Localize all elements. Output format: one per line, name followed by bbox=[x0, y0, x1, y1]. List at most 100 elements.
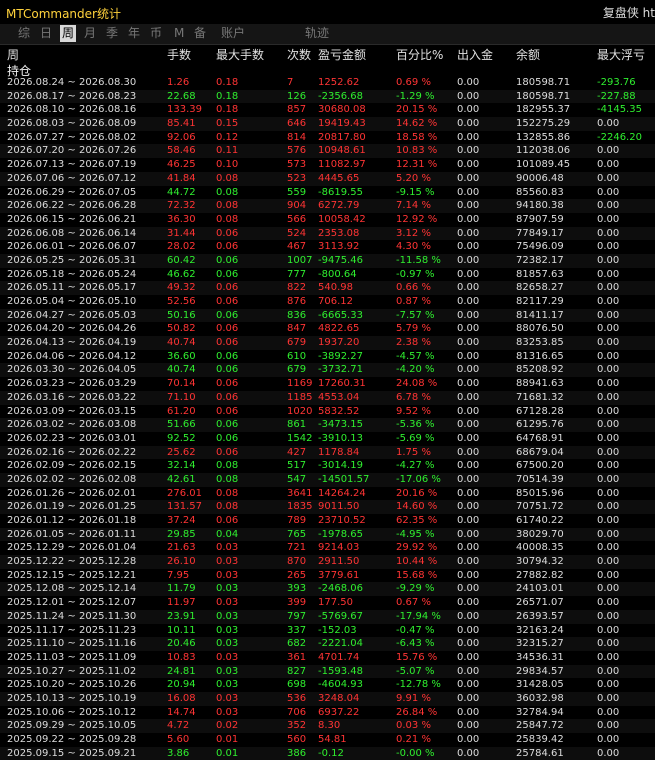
table-row[interactable]: 2026.08.10 ~ 2026.08.16 133.39 0.18 857 3068… bbox=[0, 103, 655, 117]
table-row[interactable]: 2025.12.15 ~ 2025.12.21 7.95 0.03 265 3779.6… bbox=[0, 569, 655, 583]
cell-max: 0.06 bbox=[216, 268, 239, 280]
cell-bal: 40008.35 bbox=[516, 542, 564, 554]
table-row[interactable]: 2025.12.29 ~ 2026.01.04 21.63 0.03 721 9214.… bbox=[0, 541, 655, 555]
cell-pnl: -2356.68 bbox=[318, 90, 363, 102]
table-row[interactable]: 2026.04.20 ~ 2026.04.26 50.82 0.06 847 4822.… bbox=[0, 322, 655, 336]
tab-notes[interactable]: 备 bbox=[192, 25, 208, 42]
table-row[interactable]: 2026.05.11 ~ 2026.05.17 49.32 0.06 822 540.9… bbox=[0, 281, 655, 295]
table-row[interactable]: 2026.06.15 ~ 2026.06.21 36.30 0.08 566 10058… bbox=[0, 213, 655, 227]
tab-currency[interactable]: 币 bbox=[148, 25, 164, 42]
table-row[interactable]: 2025.12.08 ~ 2025.12.14 11.79 0.03 393 -2468… bbox=[0, 582, 655, 597]
cell-dep: 0.00 bbox=[457, 665, 480, 677]
cell-flt: 0.00 bbox=[597, 172, 620, 184]
header-deposit[interactable]: 出入金 bbox=[457, 46, 493, 63]
cell-pct: 0.69 % bbox=[396, 77, 431, 88]
table-row[interactable]: 2026.03.16 ~ 2026.03.22 71.10 0.06 1185 4553… bbox=[0, 390, 655, 405]
cell-dep: 0.00 bbox=[457, 460, 480, 472]
header-max-float[interactable]: 最大浮亏 bbox=[597, 46, 645, 63]
cell-flt: 0.00 bbox=[597, 556, 620, 568]
tab-day[interactable]: 日 bbox=[38, 25, 54, 42]
cell-lots: 52.56 bbox=[167, 296, 196, 307]
header-count[interactable]: 次数 bbox=[287, 46, 311, 63]
tab-year[interactable]: 年 bbox=[126, 25, 142, 42]
cell-week: 2026.02.02 ~ 2026.02.08 bbox=[7, 473, 137, 485]
table-row[interactable]: 2026.02.02 ~ 2026.02.08 42.61 0.08 547 -1450… bbox=[0, 472, 655, 487]
table-row[interactable]: 2026.01.26 ~ 2026.02.01 276.01 0.08 3641 142… bbox=[0, 487, 655, 501]
header-max-lots[interactable]: 最大手数 bbox=[216, 46, 264, 63]
table-row[interactable]: 2026.04.06 ~ 2026.04.12 36.60 0.06 610 -3892… bbox=[0, 350, 655, 364]
table-row[interactable]: 2026.01.05 ~ 2026.01.11 29.85 0.04 765 -1978… bbox=[0, 527, 655, 542]
cell-lots: 32.14 bbox=[167, 460, 196, 472]
tab-week[interactable]: 周 bbox=[60, 25, 77, 42]
table-row[interactable]: 2025.11.17 ~ 2025.11.23 10.11 0.03 337 -152.… bbox=[0, 624, 655, 638]
table-row[interactable]: 2025.10.06 ~ 2025.10.12 14.74 0.03 706 6937.… bbox=[0, 706, 655, 720]
table-row[interactable]: 2026.05.04 ~ 2026.05.10 52.56 0.06 876 706.1… bbox=[0, 295, 655, 309]
cell-pnl: 23710.52 bbox=[318, 515, 366, 526]
header-pnl[interactable]: 盈亏金额 bbox=[318, 46, 366, 63]
cell-max: 0.03 bbox=[216, 556, 239, 568]
table-row[interactable]: 2026.03.02 ~ 2026.03.08 51.66 0.06 861 -3473… bbox=[0, 418, 655, 432]
table-row[interactable]: 2026.08.24 ~ 2026.08.30 1.26 0.18 7 1252.62 0… bbox=[0, 76, 655, 90]
table-row[interactable]: 2025.11.10 ~ 2025.11.16 20.46 0.03 682 -2221… bbox=[0, 637, 655, 651]
table-row[interactable]: 2026.02.09 ~ 2026.02.15 32.14 0.08 517 -3014… bbox=[0, 459, 655, 473]
cell-week: 2026.08.03 ~ 2026.08.09 bbox=[7, 118, 137, 130]
tab-account[interactable]: 账户 bbox=[219, 25, 247, 42]
table-row[interactable]: 2025.09.22 ~ 2025.09.28 5.60 0.01 560 54.81 0… bbox=[0, 733, 655, 747]
tab-overview[interactable]: 综 bbox=[16, 25, 32, 42]
table-row[interactable]: 2026.08.03 ~ 2026.08.09 85.41 0.15 646 19419… bbox=[0, 117, 655, 131]
table-row[interactable]: 2026.08.17 ~ 2026.08.23 22.68 0.18 126 -2356… bbox=[0, 89, 655, 104]
table-row[interactable]: 2026.02.16 ~ 2026.02.22 25.62 0.06 427 1178.… bbox=[0, 445, 655, 460]
table-row[interactable]: 2026.05.18 ~ 2026.05.24 46.62 0.06 777 -800.… bbox=[0, 268, 655, 282]
table-row[interactable]: 2025.12.22 ~ 2025.12.28 26.10 0.03 870 2911.… bbox=[0, 555, 655, 569]
cell-pnl: -800.64 bbox=[318, 268, 357, 280]
cell-max: 0.08 bbox=[216, 460, 239, 472]
table-row[interactable]: 2026.03.09 ~ 2026.03.15 61.20 0.06 1020 5832… bbox=[0, 405, 655, 419]
tab-m[interactable]: M bbox=[172, 25, 186, 42]
cell-flt: 0.00 bbox=[597, 254, 620, 266]
table-row[interactable]: 2025.12.01 ~ 2025.12.07 11.97 0.03 399 177.5… bbox=[0, 596, 655, 610]
table-row[interactable]: 2026.03.23 ~ 2026.03.29 70.14 0.06 1169 1726… bbox=[0, 377, 655, 391]
cell-lots: 5.60 bbox=[167, 734, 190, 745]
header-week[interactable]: 周 bbox=[7, 46, 19, 63]
table-row[interactable]: 2025.11.03 ~ 2025.11.09 10.83 0.03 361 4701.… bbox=[0, 651, 655, 665]
table-row[interactable]: 2026.04.13 ~ 2026.04.19 40.74 0.06 679 1937.… bbox=[0, 336, 655, 350]
table-row[interactable]: 2026.07.27 ~ 2026.08.02 92.06 0.12 814 20817… bbox=[0, 131, 655, 145]
cell-pnl: 4822.65 bbox=[318, 323, 360, 335]
table-row[interactable]: 2026.07.06 ~ 2026.07.12 41.84 0.08 523 4445.… bbox=[0, 171, 655, 186]
header-lots[interactable]: 手数 bbox=[167, 46, 191, 63]
cell-dep: 0.00 bbox=[457, 638, 480, 650]
tab-month[interactable]: 月 bbox=[82, 25, 98, 42]
cell-dep: 0.00 bbox=[457, 432, 480, 444]
cell-flt: 0.00 bbox=[597, 542, 620, 554]
cell-flt: 0.00 bbox=[597, 405, 620, 417]
table-row[interactable]: 2026.07.20 ~ 2026.07.26 58.46 0.11 576 10948… bbox=[0, 144, 655, 159]
table-row[interactable]: 2025.10.13 ~ 2025.10.19 16.08 0.03 536 3248.… bbox=[0, 691, 655, 706]
cell-cnt: 566 bbox=[287, 213, 307, 225]
header-balance[interactable]: 余额 bbox=[516, 46, 540, 63]
cell-max: 0.03 bbox=[216, 597, 239, 609]
table-row[interactable]: 2025.09.15 ~ 2025.09.21 3.86 0.01 386 -0.12 -… bbox=[0, 746, 655, 760]
header-pct[interactable]: 百分比% bbox=[396, 46, 443, 63]
cell-pct: 15.68 % bbox=[396, 569, 438, 581]
replay-link[interactable]: 复盘侠 ht bbox=[603, 4, 655, 21]
table-row[interactable]: 2025.09.29 ~ 2025.10.05 4.72 0.02 352 8.30 0.… bbox=[0, 719, 655, 733]
cell-pct: 4.30 % bbox=[396, 241, 431, 253]
table-row[interactable]: 2026.06.29 ~ 2026.07.05 44.72 0.08 559 -8619… bbox=[0, 186, 655, 200]
table-row[interactable]: 2026.01.19 ~ 2026.01.25 131.57 0.08 1835 901… bbox=[0, 500, 655, 514]
table-row[interactable]: 2026.06.01 ~ 2026.06.07 28.02 0.06 467 3113.… bbox=[0, 240, 655, 254]
table-row[interactable]: 2026.02.23 ~ 2026.03.01 92.52 0.06 1542 -391… bbox=[0, 432, 655, 446]
table-row[interactable]: 2026.06.22 ~ 2026.06.28 72.32 0.08 904 6272.… bbox=[0, 199, 655, 213]
table-row[interactable]: 2026.06.08 ~ 2026.06.14 31.44 0.06 524 2353.… bbox=[0, 226, 655, 241]
table-row[interactable]: 2025.10.20 ~ 2025.10.26 20.94 0.03 698 -4604… bbox=[0, 678, 655, 692]
table-row[interactable]: 2026.05.25 ~ 2026.05.31 60.42 0.06 1007 -947… bbox=[0, 253, 655, 268]
table-row[interactable]: 2026.07.13 ~ 2026.07.19 46.25 0.10 573 11082… bbox=[0, 158, 655, 172]
table-row[interactable]: 2026.04.27 ~ 2026.05.03 50.16 0.06 836 -6665… bbox=[0, 308, 655, 323]
cell-cnt: 576 bbox=[287, 145, 307, 157]
tab-quarter[interactable]: 季 bbox=[104, 25, 120, 42]
cell-max: 0.06 bbox=[216, 323, 239, 335]
table-row[interactable]: 2025.10.27 ~ 2025.11.02 24.81 0.03 827 -1593… bbox=[0, 664, 655, 679]
table-row[interactable]: 2025.11.24 ~ 2025.11.30 23.91 0.03 797 -5769… bbox=[0, 609, 655, 624]
table-row[interactable]: 2026.03.30 ~ 2026.04.05 40.74 0.06 679 -3732… bbox=[0, 363, 655, 378]
table-row[interactable]: 2026.01.12 ~ 2026.01.18 37.24 0.06 789 23710… bbox=[0, 514, 655, 528]
tab-trajectory[interactable]: 轨迹 bbox=[303, 25, 331, 42]
